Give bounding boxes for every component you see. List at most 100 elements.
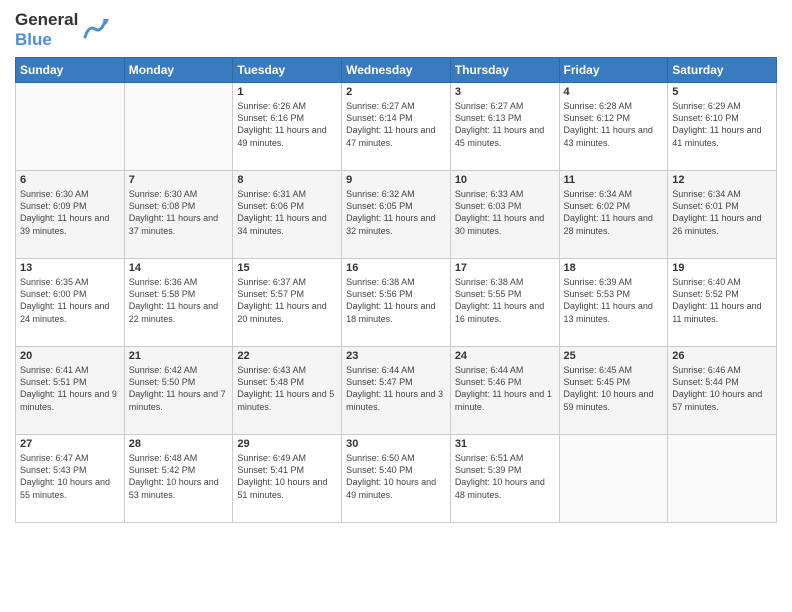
- day-info: Sunrise: 6:49 AM Sunset: 5:41 PM Dayligh…: [237, 452, 337, 501]
- logo-text-general: General: [15, 10, 78, 30]
- weekday-header-friday: Friday: [559, 58, 668, 83]
- day-info: Sunrise: 6:39 AM Sunset: 5:53 PM Dayligh…: [564, 276, 664, 325]
- day-number: 26: [672, 350, 772, 362]
- calendar-cell: 22 Sunrise: 6:43 AM Sunset: 5:48 PM Dayli…: [233, 347, 342, 435]
- calendar-cell: 27 Sunrise: 6:47 AM Sunset: 5:43 PM Dayli…: [16, 435, 125, 523]
- day-number: 12: [672, 174, 772, 186]
- day-info: Sunrise: 6:34 AM Sunset: 6:02 PM Dayligh…: [564, 188, 664, 237]
- day-info: Sunrise: 6:43 AM Sunset: 5:48 PM Dayligh…: [237, 364, 337, 413]
- calendar-cell: 16Sunrise: 6:38 AM Sunset: 5:56 PM Dayli…: [342, 259, 451, 347]
- logo: General Blue: [15, 10, 109, 49]
- day-info: Sunrise: 6:27 AM Sunset: 6:14 PM Dayligh…: [346, 100, 446, 149]
- weekday-header-tuesday: Tuesday: [233, 58, 342, 83]
- calendar-cell: [668, 435, 777, 523]
- calendar-cell: 31 Sunrise: 6:51 AM Sunset: 5:39 PM Dayli…: [450, 435, 559, 523]
- calendar-cell: [559, 435, 668, 523]
- day-number: 2: [346, 86, 446, 98]
- day-info: Sunrise: 6:48 AM Sunset: 5:42 PM Dayligh…: [129, 452, 229, 501]
- day-info: Sunrise: 6:37 AM Sunset: 5:57 PM Dayligh…: [237, 276, 337, 325]
- day-number: 8: [237, 174, 337, 186]
- day-number: 16: [346, 262, 446, 274]
- week-row-4: 20 Sunrise: 6:41 AM Sunset: 5:51 PM Dayli…: [16, 347, 777, 435]
- day-number: 23: [346, 350, 446, 362]
- weekday-header-sunday: Sunday: [16, 58, 125, 83]
- calendar-cell: 10 Sunrise: 6:33 AM Sunset: 6:03 PM Dayli…: [450, 171, 559, 259]
- day-info: Sunrise: 6:33 AM Sunset: 6:03 PM Dayligh…: [455, 188, 555, 237]
- day-number: 3: [455, 86, 555, 98]
- logo-wave-icon: [81, 15, 109, 43]
- day-info: Sunrise: 6:30 AM Sunset: 6:08 PM Dayligh…: [129, 188, 229, 237]
- calendar-cell: 6 Sunrise: 6:30 AM Sunset: 6:09 PM Daylig…: [16, 171, 125, 259]
- calendar-cell: 24Sunrise: 6:44 AM Sunset: 5:46 PM Dayli…: [450, 347, 559, 435]
- weekday-header-wednesday: Wednesday: [342, 58, 451, 83]
- calendar-cell: 18Sunrise: 6:39 AM Sunset: 5:53 PM Dayli…: [559, 259, 668, 347]
- calendar-cell: 20 Sunrise: 6:41 AM Sunset: 5:51 PM Dayli…: [16, 347, 125, 435]
- day-info: Sunrise: 6:41 AM Sunset: 5:51 PM Dayligh…: [20, 364, 120, 413]
- day-info: Sunrise: 6:44 AM Sunset: 5:46 PM Dayligh…: [455, 364, 555, 413]
- day-info: Sunrise: 6:34 AM Sunset: 6:01 PM Dayligh…: [672, 188, 772, 237]
- calendar-cell: 26 Sunrise: 6:46 AM Sunset: 5:44 PM Dayli…: [668, 347, 777, 435]
- day-info: Sunrise: 6:27 AM Sunset: 6:13 PM Dayligh…: [455, 100, 555, 149]
- day-info: Sunrise: 6:31 AM Sunset: 6:06 PM Dayligh…: [237, 188, 337, 237]
- day-number: 28: [129, 438, 229, 450]
- weekday-header-monday: Monday: [124, 58, 233, 83]
- day-number: 27: [20, 438, 120, 450]
- day-info: Sunrise: 6:30 AM Sunset: 6:09 PM Dayligh…: [20, 188, 120, 237]
- calendar-cell: 30 Sunrise: 6:50 AM Sunset: 5:40 PM Dayli…: [342, 435, 451, 523]
- day-info: Sunrise: 6:29 AM Sunset: 6:10 PM Dayligh…: [672, 100, 772, 149]
- calendar-cell: 17 Sunrise: 6:38 AM Sunset: 5:55 PM Dayli…: [450, 259, 559, 347]
- day-info: Sunrise: 6:50 AM Sunset: 5:40 PM Dayligh…: [346, 452, 446, 501]
- day-number: 1: [237, 86, 337, 98]
- day-number: 25: [564, 350, 664, 362]
- day-number: 22: [237, 350, 337, 362]
- calendar-table: SundayMondayTuesdayWednesdayThursdayFrid…: [15, 57, 777, 523]
- calendar-cell: 19 Sunrise: 6:40 AM Sunset: 5:52 PM Dayli…: [668, 259, 777, 347]
- day-number: 5: [672, 86, 772, 98]
- day-info: Sunrise: 6:46 AM Sunset: 5:44 PM Dayligh…: [672, 364, 772, 413]
- page: General Blue SundayMondayTuesdayWednesda…: [0, 0, 792, 612]
- calendar-cell: 25 Sunrise: 6:45 AM Sunset: 5:45 PM Dayli…: [559, 347, 668, 435]
- calendar-cell: 15 Sunrise: 6:37 AM Sunset: 5:57 PM Dayli…: [233, 259, 342, 347]
- calendar-cell: 2 Sunrise: 6:27 AM Sunset: 6:14 PM Daylig…: [342, 83, 451, 171]
- weekday-header-saturday: Saturday: [668, 58, 777, 83]
- day-info: Sunrise: 6:35 AM Sunset: 6:00 PM Dayligh…: [20, 276, 120, 325]
- calendar-cell: 8 Sunrise: 6:31 AM Sunset: 6:06 PM Daylig…: [233, 171, 342, 259]
- calendar-cell: 4 Sunrise: 6:28 AM Sunset: 6:12 PM Daylig…: [559, 83, 668, 171]
- header: General Blue: [15, 10, 777, 49]
- day-info: Sunrise: 6:28 AM Sunset: 6:12 PM Dayligh…: [564, 100, 664, 149]
- day-number: 4: [564, 86, 664, 98]
- day-info: Sunrise: 6:32 AM Sunset: 6:05 PM Dayligh…: [346, 188, 446, 237]
- day-number: 7: [129, 174, 229, 186]
- week-row-5: 27 Sunrise: 6:47 AM Sunset: 5:43 PM Dayli…: [16, 435, 777, 523]
- calendar-cell: [124, 83, 233, 171]
- calendar-cell: 28 Sunrise: 6:48 AM Sunset: 5:42 PM Dayli…: [124, 435, 233, 523]
- day-number: 17: [455, 262, 555, 274]
- logo-text-blue: Blue: [15, 30, 52, 50]
- day-info: Sunrise: 6:38 AM Sunset: 5:55 PM Dayligh…: [455, 276, 555, 325]
- day-number: 21: [129, 350, 229, 362]
- calendar-cell: 7 Sunrise: 6:30 AM Sunset: 6:08 PM Daylig…: [124, 171, 233, 259]
- calendar-cell: 5 Sunrise: 6:29 AM Sunset: 6:10 PM Daylig…: [668, 83, 777, 171]
- week-row-1: 1 Sunrise: 6:26 AM Sunset: 6:16 PM Daylig…: [16, 83, 777, 171]
- calendar-cell: 14Sunrise: 6:36 AM Sunset: 5:58 PM Dayli…: [124, 259, 233, 347]
- day-number: 15: [237, 262, 337, 274]
- day-number: 19: [672, 262, 772, 274]
- calendar-cell: 21Sunrise: 6:42 AM Sunset: 5:50 PM Dayli…: [124, 347, 233, 435]
- day-info: Sunrise: 6:51 AM Sunset: 5:39 PM Dayligh…: [455, 452, 555, 501]
- day-number: 6: [20, 174, 120, 186]
- weekday-header-thursday: Thursday: [450, 58, 559, 83]
- day-number: 10: [455, 174, 555, 186]
- day-info: Sunrise: 6:36 AM Sunset: 5:58 PM Dayligh…: [129, 276, 229, 325]
- calendar-cell: 23Sunrise: 6:44 AM Sunset: 5:47 PM Dayli…: [342, 347, 451, 435]
- day-info: Sunrise: 6:45 AM Sunset: 5:45 PM Dayligh…: [564, 364, 664, 413]
- day-info: Sunrise: 6:40 AM Sunset: 5:52 PM Dayligh…: [672, 276, 772, 325]
- calendar-cell: 1 Sunrise: 6:26 AM Sunset: 6:16 PM Daylig…: [233, 83, 342, 171]
- day-info: Sunrise: 6:47 AM Sunset: 5:43 PM Dayligh…: [20, 452, 120, 501]
- day-number: 13: [20, 262, 120, 274]
- day-number: 11: [564, 174, 664, 186]
- day-number: 20: [20, 350, 120, 362]
- day-info: Sunrise: 6:26 AM Sunset: 6:16 PM Dayligh…: [237, 100, 337, 149]
- calendar-cell: 9Sunrise: 6:32 AM Sunset: 6:05 PM Daylig…: [342, 171, 451, 259]
- day-number: 30: [346, 438, 446, 450]
- day-number: 31: [455, 438, 555, 450]
